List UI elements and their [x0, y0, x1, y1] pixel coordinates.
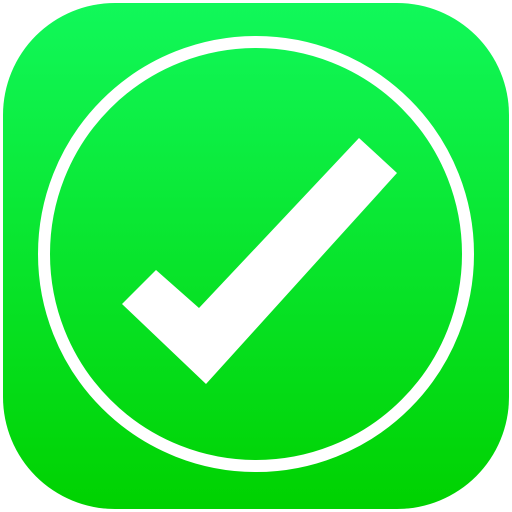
checkmark-in-circle-icon	[3, 3, 509, 509]
app-icon[interactable]	[3, 3, 509, 509]
app-icon-canvas	[0, 0, 512, 512]
